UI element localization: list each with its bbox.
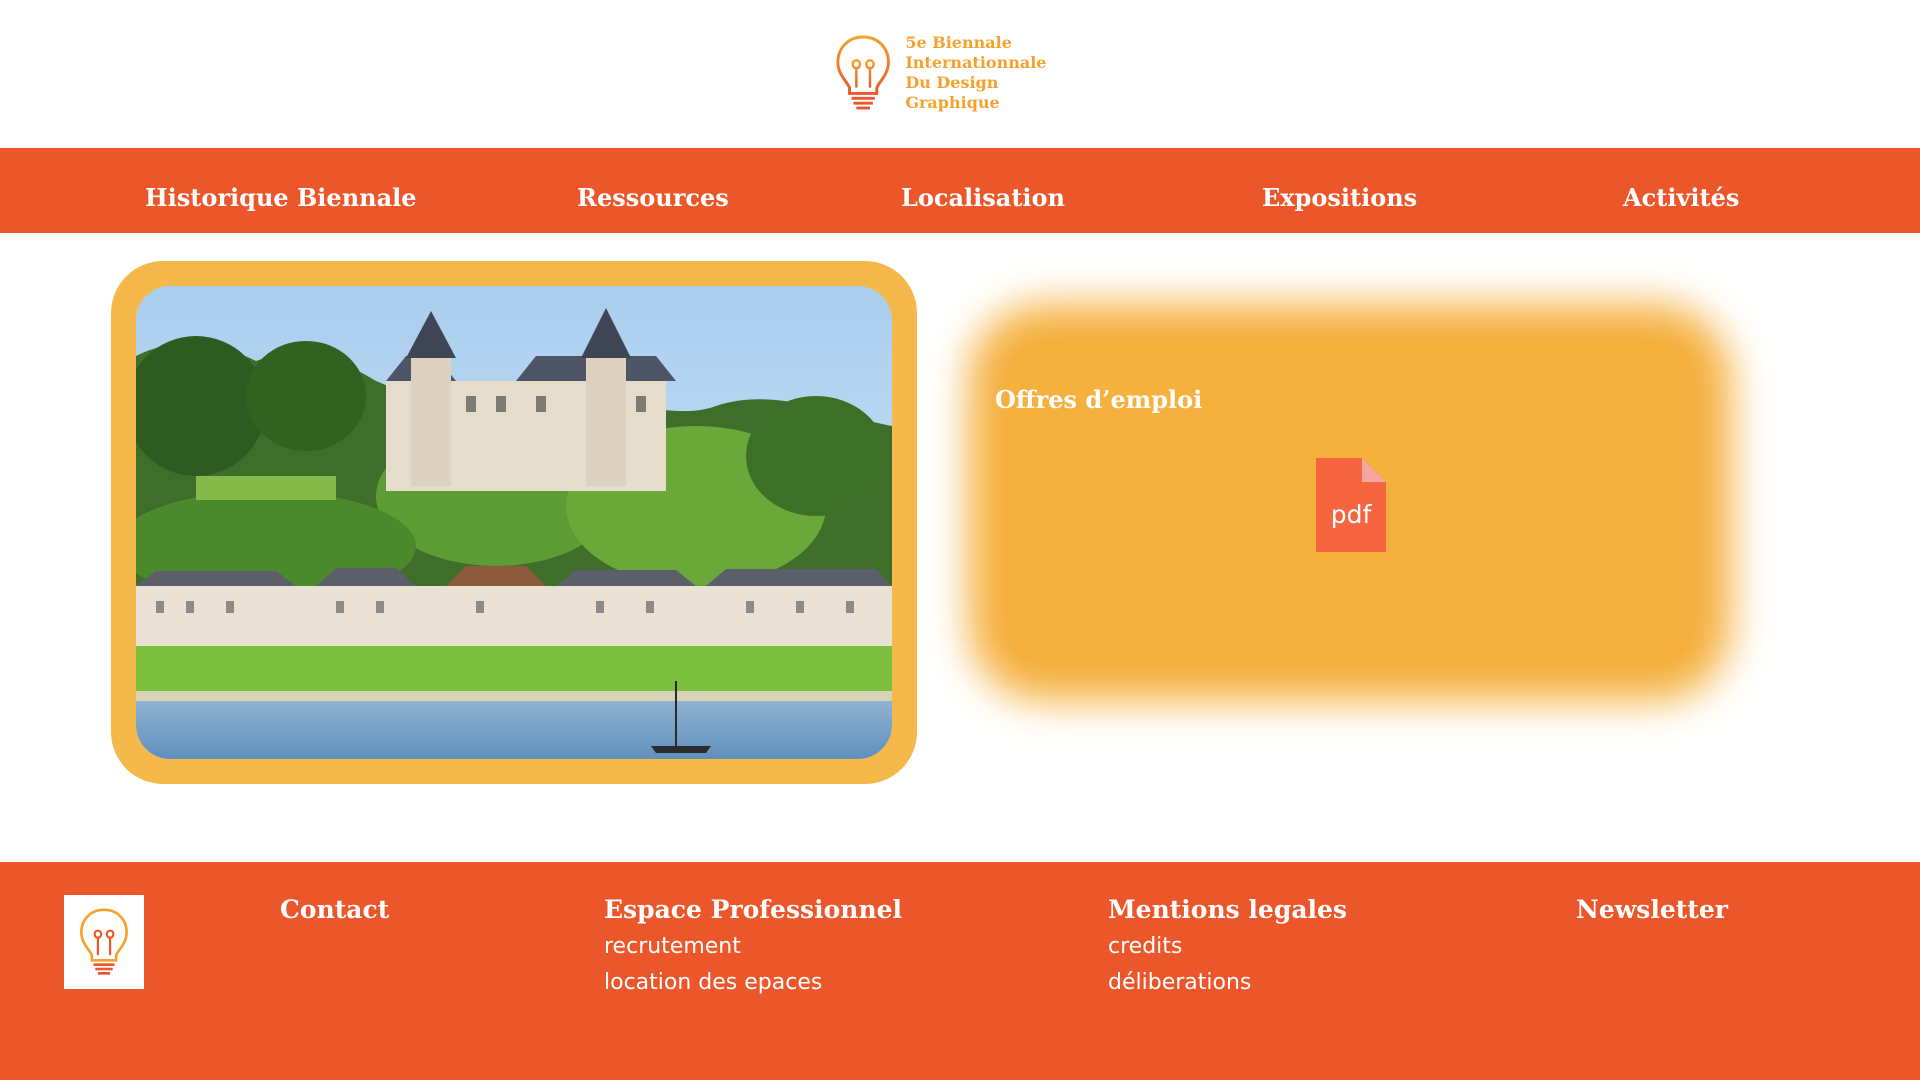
lightbulb-icon	[80, 908, 128, 975]
footer-link-location-epaces[interactable]: location des epaces	[604, 970, 822, 995]
footer-espace-pro-heading[interactable]: Espace Professionnel	[604, 895, 902, 924]
chateau-landscape-image	[136, 286, 892, 759]
nav-item-expositions[interactable]: Expositions	[1262, 148, 1417, 233]
footer-contact-link[interactable]: Contact	[280, 895, 389, 924]
footer-newsletter-link[interactable]: Newsletter	[1576, 895, 1728, 924]
job-offers-card: Offres d’emploi pdf	[995, 340, 1695, 665]
footer-link-credits[interactable]: credits	[1108, 934, 1182, 959]
footer-logo[interactable]	[64, 895, 144, 989]
logo-line-1: 5e Biennale	[905, 33, 1012, 52]
nav-item-ressources[interactable]: Ressources	[577, 148, 729, 233]
lightbulb-icon	[836, 35, 890, 110]
nav-item-activites[interactable]: Activités	[1623, 148, 1739, 233]
pdf-file-icon[interactable]: pdf	[1316, 458, 1386, 552]
logo-text: 5e Biennale Internationnale Du Design Gr…	[905, 33, 1093, 113]
nav-item-historique[interactable]: Historique Biennale	[145, 148, 417, 233]
footer-link-recrutement[interactable]: recrutement	[604, 934, 741, 959]
job-offers-title: Offres d’emploi	[995, 385, 1203, 414]
pdf-file-label: pdf	[1330, 500, 1372, 529]
nav-item-localisation[interactable]: Localisation	[901, 148, 1065, 233]
site-footer: Contact Espace Professionnel recrutement…	[0, 862, 1920, 1080]
logo-line-3: Du Design Graphique	[905, 73, 1000, 112]
footer-mentions-legales-heading[interactable]: Mentions legales	[1108, 895, 1347, 924]
site-logo[interactable]: 5e Biennale Internationnale Du Design Gr…	[833, 30, 1093, 116]
footer-link-deliberations[interactable]: déliberations	[1108, 970, 1251, 995]
main-navigation: Historique Biennale Ressources Localisat…	[0, 148, 1920, 233]
site-header: 5e Biennale Internationnale Du Design Gr…	[0, 0, 1920, 148]
photo-frame	[111, 261, 917, 784]
logo-line-2: Internationnale	[905, 53, 1047, 72]
